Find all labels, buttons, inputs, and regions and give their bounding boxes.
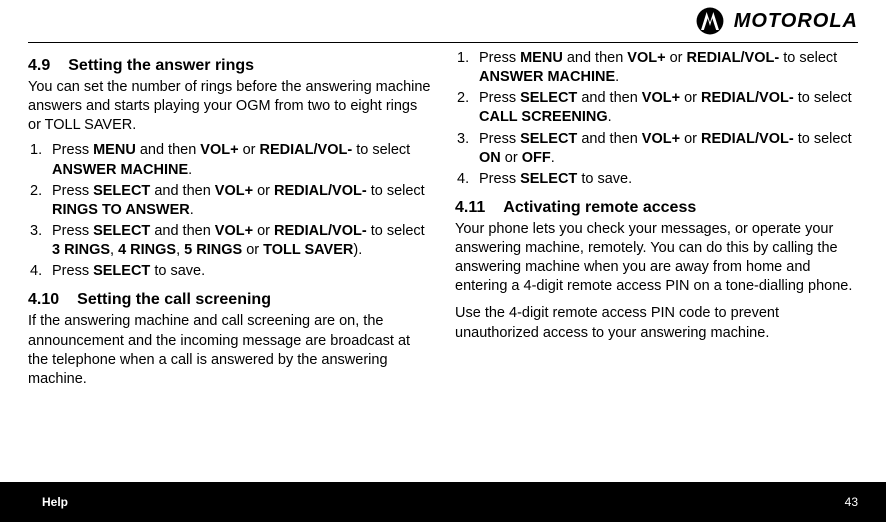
section-4-11-p1: Your phone lets you check your messages,…: [455, 220, 858, 297]
list-item: Press SELECT and then VOL+ or REDIAL/VOL…: [455, 130, 858, 168]
section-4-11-p2: Use the 4-digit remote access PIN code t…: [455, 304, 858, 342]
footer: Help 43: [0, 482, 886, 522]
right-column: Press MENU and then VOL+ or REDIAL/VOL- …: [455, 49, 858, 395]
header: MOTOROLA: [0, 0, 886, 42]
section-4-10-intro: If the answering machine and call screen…: [28, 312, 431, 389]
section-4-9-steps: Press MENU and then VOL+ or REDIAL/VOL- …: [28, 141, 431, 281]
section-4-11-title: 4.11 Activating remote access: [455, 197, 858, 218]
section-4-10-title: 4.10 Setting the call screening: [28, 289, 431, 310]
section-number: 4.11: [455, 197, 485, 218]
footer-section-label: Help: [42, 495, 68, 509]
list-item: Press MENU and then VOL+ or REDIAL/VOL- …: [455, 49, 858, 87]
list-item: Press MENU and then VOL+ or REDIAL/VOL- …: [28, 141, 431, 179]
section-4-9-title: 4.9 Setting the answer rings: [28, 55, 431, 76]
list-item: Press SELECT and then VOL+ or REDIAL/VOL…: [455, 89, 858, 127]
section-heading: Activating remote access: [503, 197, 696, 218]
list-item: Press SELECT and then VOL+ or REDIAL/VOL…: [28, 222, 431, 260]
motorola-logo-icon: [696, 7, 724, 35]
section-number: 4.10: [28, 289, 59, 310]
section-heading: Setting the answer rings: [68, 55, 254, 76]
left-column: 4.9 Setting the answer rings You can set…: [28, 49, 431, 395]
page-number: 43: [845, 495, 858, 509]
section-heading: Setting the call screening: [77, 289, 271, 310]
page-content: 4.9 Setting the answer rings You can set…: [0, 49, 886, 395]
header-divider: [28, 42, 858, 43]
section-4-9-intro: You can set the number of rings before t…: [28, 78, 431, 135]
section-4-10-steps: Press MENU and then VOL+ or REDIAL/VOL- …: [455, 49, 858, 189]
list-item: Press SELECT and then VOL+ or REDIAL/VOL…: [28, 182, 431, 220]
list-item: Press SELECT to save.: [455, 170, 858, 189]
section-number: 4.9: [28, 55, 50, 76]
list-item: Press SELECT to save.: [28, 262, 431, 281]
brand-name: MOTOROLA: [734, 10, 858, 33]
